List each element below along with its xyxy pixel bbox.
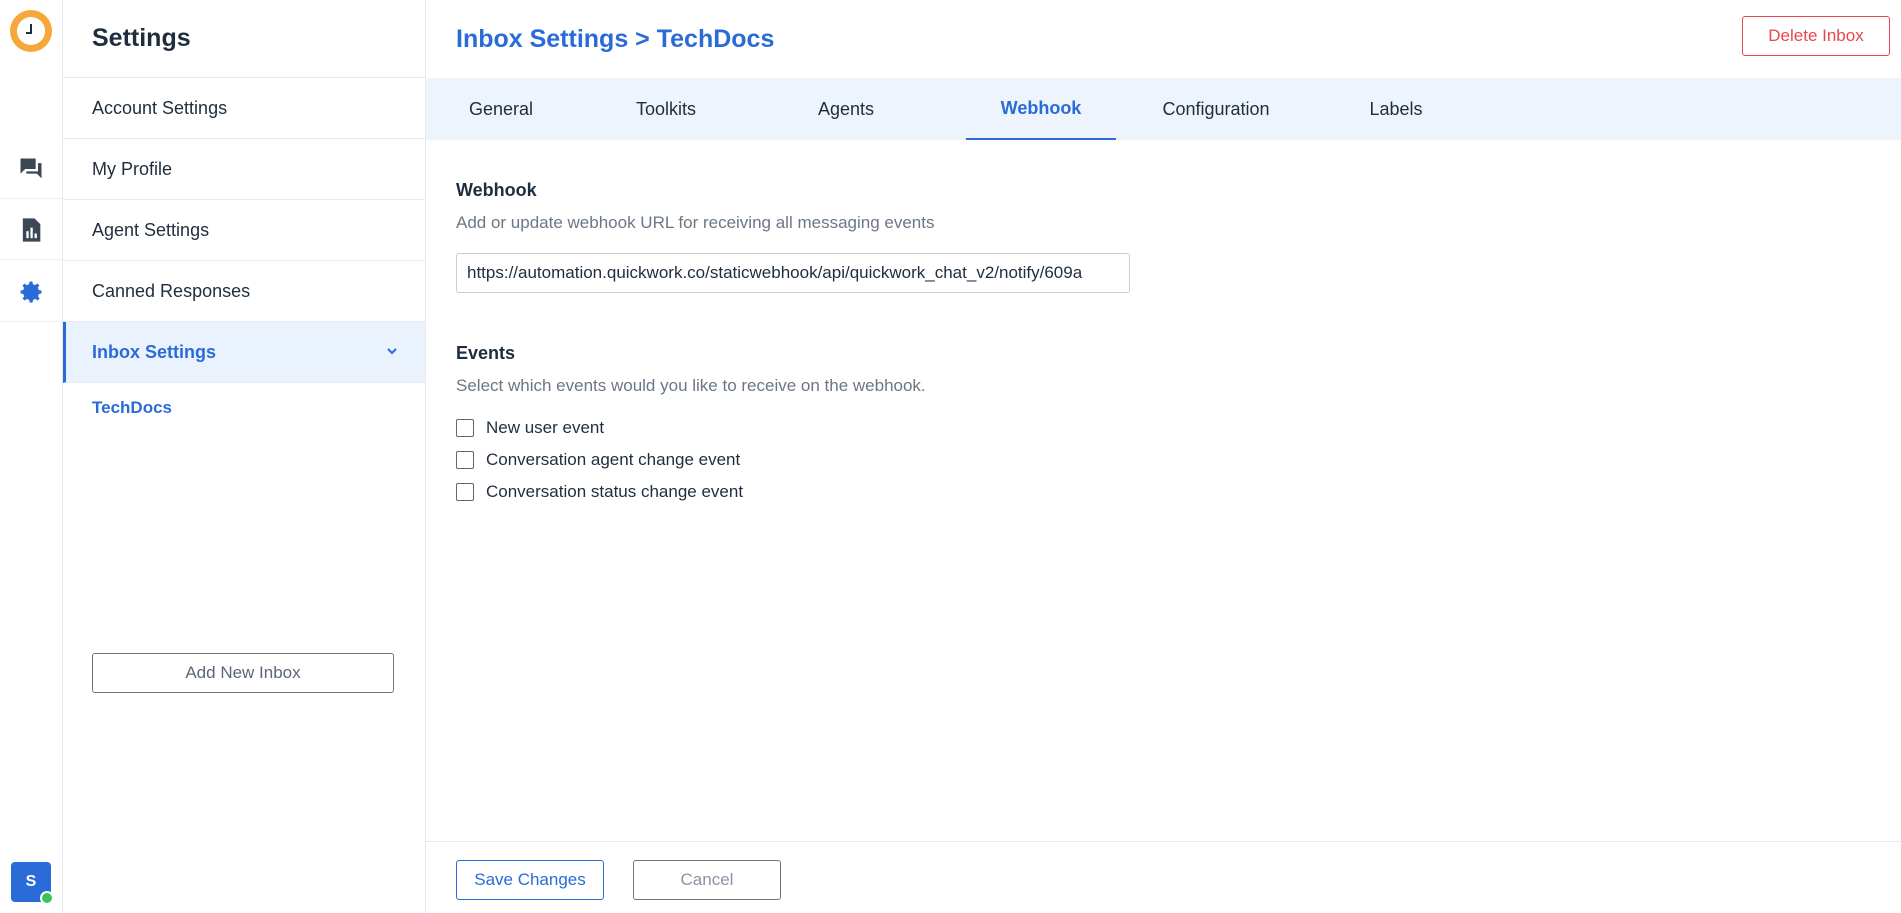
sidebar-item-settings[interactable] bbox=[0, 262, 62, 322]
sidebar-item-reports[interactable] bbox=[0, 200, 62, 260]
events-section: Events Select which events would you lik… bbox=[456, 343, 1556, 508]
breadcrumb: Inbox Settings > TechDocs bbox=[456, 24, 775, 53]
chevron-down-icon bbox=[387, 348, 397, 355]
event-label: New user event bbox=[486, 418, 605, 437]
sidebar-item-agent-settings[interactable]: Agent Settings bbox=[63, 200, 425, 261]
sidebar-item-my-profile[interactable]: My Profile bbox=[63, 139, 425, 200]
form-footer: Save Changes Cancel bbox=[426, 841, 1901, 913]
sidebar-item-account-settings[interactable]: Account Settings bbox=[63, 78, 425, 139]
clock-logo-icon[interactable] bbox=[10, 10, 52, 52]
checkbox[interactable] bbox=[456, 419, 474, 437]
tab-toolkits[interactable]: Toolkits bbox=[576, 78, 756, 140]
avatar-initial: S bbox=[25, 873, 37, 890]
icon-rail: S bbox=[0, 0, 63, 913]
sidebar-subitem-techdocs[interactable]: TechDocs bbox=[63, 383, 425, 433]
sidebar-item-conversations[interactable] bbox=[0, 139, 62, 199]
sidebar-title: Settings bbox=[63, 0, 425, 78]
add-new-inbox-button[interactable]: Add New Inbox bbox=[92, 653, 394, 693]
avatar[interactable]: S bbox=[11, 862, 54, 905]
tab-webhook[interactable]: Webhook bbox=[966, 78, 1116, 140]
cancel-button[interactable]: Cancel bbox=[633, 860, 781, 900]
tab-labels[interactable]: Labels bbox=[1316, 78, 1476, 140]
event-option-agent-change[interactable]: Conversation agent change event bbox=[456, 444, 1556, 476]
event-option-new-user[interactable]: New user event bbox=[456, 412, 1556, 444]
main-panel: Inbox Settings > TechDocs Delete Inbox G… bbox=[426, 0, 1901, 913]
events-description: Select which events would you like to re… bbox=[456, 376, 926, 395]
webhook-url-input[interactable] bbox=[456, 253, 1130, 293]
tab-configuration[interactable]: Configuration bbox=[1116, 78, 1316, 140]
chat-bubbles-icon bbox=[20, 158, 42, 178]
sidebar-item-inbox-settings[interactable]: Inbox Settings bbox=[63, 322, 425, 383]
settings-sidebar: Settings Account Settings My Profile Age… bbox=[63, 0, 426, 913]
tab-agents[interactable]: Agents bbox=[756, 78, 936, 140]
checkbox[interactable] bbox=[456, 451, 474, 469]
online-status-icon bbox=[40, 891, 54, 905]
tab-bar: General Toolkits Agents Webhook Configur… bbox=[426, 78, 1901, 140]
webhook-content: Webhook Add or update webhook URL for re… bbox=[456, 140, 1556, 508]
event-label: Conversation agent change event bbox=[486, 450, 741, 469]
events-title: Events bbox=[456, 343, 516, 363]
report-icon bbox=[22, 217, 41, 242]
webhook-title: Webhook bbox=[456, 180, 537, 200]
event-label: Conversation status change event bbox=[486, 482, 744, 501]
checkbox[interactable] bbox=[456, 483, 474, 501]
tab-general[interactable]: General bbox=[426, 78, 576, 140]
save-changes-button[interactable]: Save Changes bbox=[456, 860, 604, 900]
webhook-description: Add or update webhook URL for receiving … bbox=[456, 213, 935, 232]
sidebar-item-label: Inbox Settings bbox=[92, 341, 217, 362]
gear-icon bbox=[20, 281, 42, 303]
event-option-status-change[interactable]: Conversation status change event bbox=[456, 476, 1556, 508]
delete-inbox-button[interactable]: Delete Inbox bbox=[1742, 16, 1890, 56]
page-header: Inbox Settings > TechDocs Delete Inbox bbox=[426, 0, 1901, 78]
sidebar-item-canned-responses[interactable]: Canned Responses bbox=[63, 261, 425, 322]
